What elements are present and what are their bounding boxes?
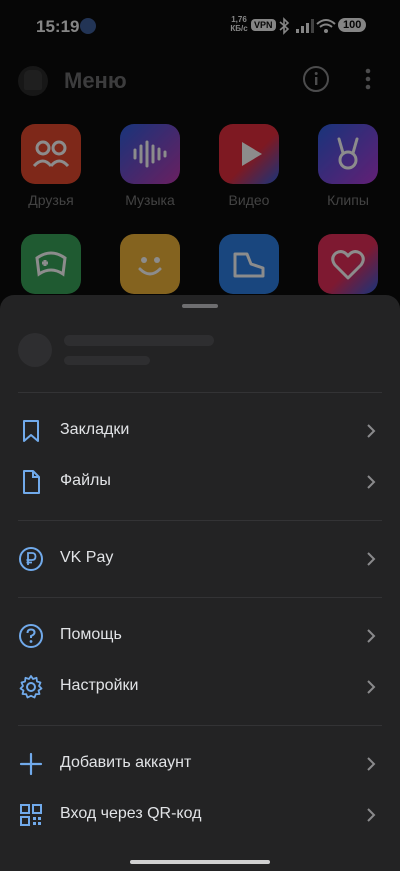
bluetooth-icon — [279, 17, 290, 35]
menu-item-label: Закладки — [60, 421, 130, 438]
network-speed: 1,76 КБ/с — [230, 15, 248, 33]
menu-item-help[interactable]: Помощь — [0, 611, 400, 661]
divider — [18, 392, 382, 393]
account-avatar-placeholder — [18, 333, 52, 367]
menu-item-bookmarks[interactable]: Закладки — [0, 406, 400, 456]
menu-item-add-account[interactable]: Добавить аккаунт — [0, 739, 400, 789]
smile-app-icon — [120, 234, 180, 294]
profile-avatar[interactable] — [18, 66, 48, 96]
info-icon[interactable] — [302, 65, 330, 93]
divider — [18, 725, 382, 726]
app-label: Видео — [228, 192, 270, 208]
app-music[interactable]: Музыка — [110, 124, 190, 208]
menu-item-settings[interactable]: Настройки — [0, 662, 400, 712]
vk-notification-icon — [80, 18, 96, 34]
ruble-icon — [19, 547, 43, 571]
signal-icon — [296, 19, 314, 33]
more-vertical-icon[interactable] — [356, 65, 380, 93]
app-video[interactable]: Видео — [209, 124, 289, 208]
help-icon — [19, 624, 43, 648]
app-friends[interactable]: Друзья — [11, 124, 91, 208]
friends-app-icon — [21, 124, 81, 184]
header: Меню — [0, 54, 400, 106]
menu-item-label: VK Pay — [60, 549, 114, 566]
app-label: Друзья — [28, 192, 74, 208]
menu-item-label: Вход через QR-код — [60, 805, 202, 822]
chevron-right-icon — [367, 629, 376, 643]
qr-code-icon — [20, 804, 42, 826]
app-stickers[interactable] — [110, 234, 190, 294]
heart-app-icon — [318, 234, 378, 294]
vpn-badge: VPN — [251, 19, 276, 31]
gear-icon — [19, 675, 43, 699]
bookmark-icon — [23, 420, 39, 442]
file-icon — [23, 470, 40, 494]
bottom-sheet: Закладки Файлы VK Pay Помощь Настройки Д… — [0, 295, 400, 871]
page-title: Меню — [64, 68, 127, 93]
games-app-icon — [21, 234, 81, 294]
chevron-right-icon — [367, 680, 376, 694]
chevron-right-icon — [367, 475, 376, 489]
menu-item-vkpay[interactable]: VK Pay — [0, 534, 400, 584]
menu-item-label: Файлы — [60, 472, 111, 489]
chevron-right-icon — [367, 808, 376, 822]
menu-item-qr-login[interactable]: Вход через QR-код — [0, 790, 400, 840]
app-sport[interactable] — [209, 234, 289, 294]
app-dating[interactable] — [308, 234, 388, 294]
clips-app-icon — [318, 124, 378, 184]
chevron-right-icon — [367, 424, 376, 438]
battery-indicator: 100 — [338, 18, 367, 32]
menu-item-label: Настройки — [60, 677, 139, 694]
app-label: Музыка — [125, 192, 175, 208]
divider — [18, 520, 382, 521]
home-indicator[interactable] — [130, 860, 270, 864]
account-subtitle-placeholder — [64, 356, 150, 365]
sheet-drag-handle[interactable] — [182, 304, 218, 308]
account-name-placeholder — [64, 335, 214, 346]
chevron-right-icon — [367, 757, 376, 771]
status-bar: 15:19 1,76 КБ/с VPN 100 — [0, 0, 400, 54]
plus-icon — [19, 752, 43, 776]
app-games[interactable] — [11, 234, 91, 294]
wifi-icon — [316, 19, 336, 33]
app-clips[interactable]: Клипы — [308, 124, 388, 208]
menu-item-label: Помощь — [60, 626, 122, 643]
app-label: Клипы — [327, 192, 369, 208]
chevron-right-icon — [367, 552, 376, 566]
divider — [18, 597, 382, 598]
menu-item-label: Добавить аккаунт — [60, 754, 192, 771]
video-app-icon — [219, 124, 279, 184]
menu-item-files[interactable]: Файлы — [0, 457, 400, 507]
sneaker-app-icon — [219, 234, 279, 294]
status-time: 15:19 — [36, 17, 80, 36]
music-app-icon — [120, 124, 180, 184]
